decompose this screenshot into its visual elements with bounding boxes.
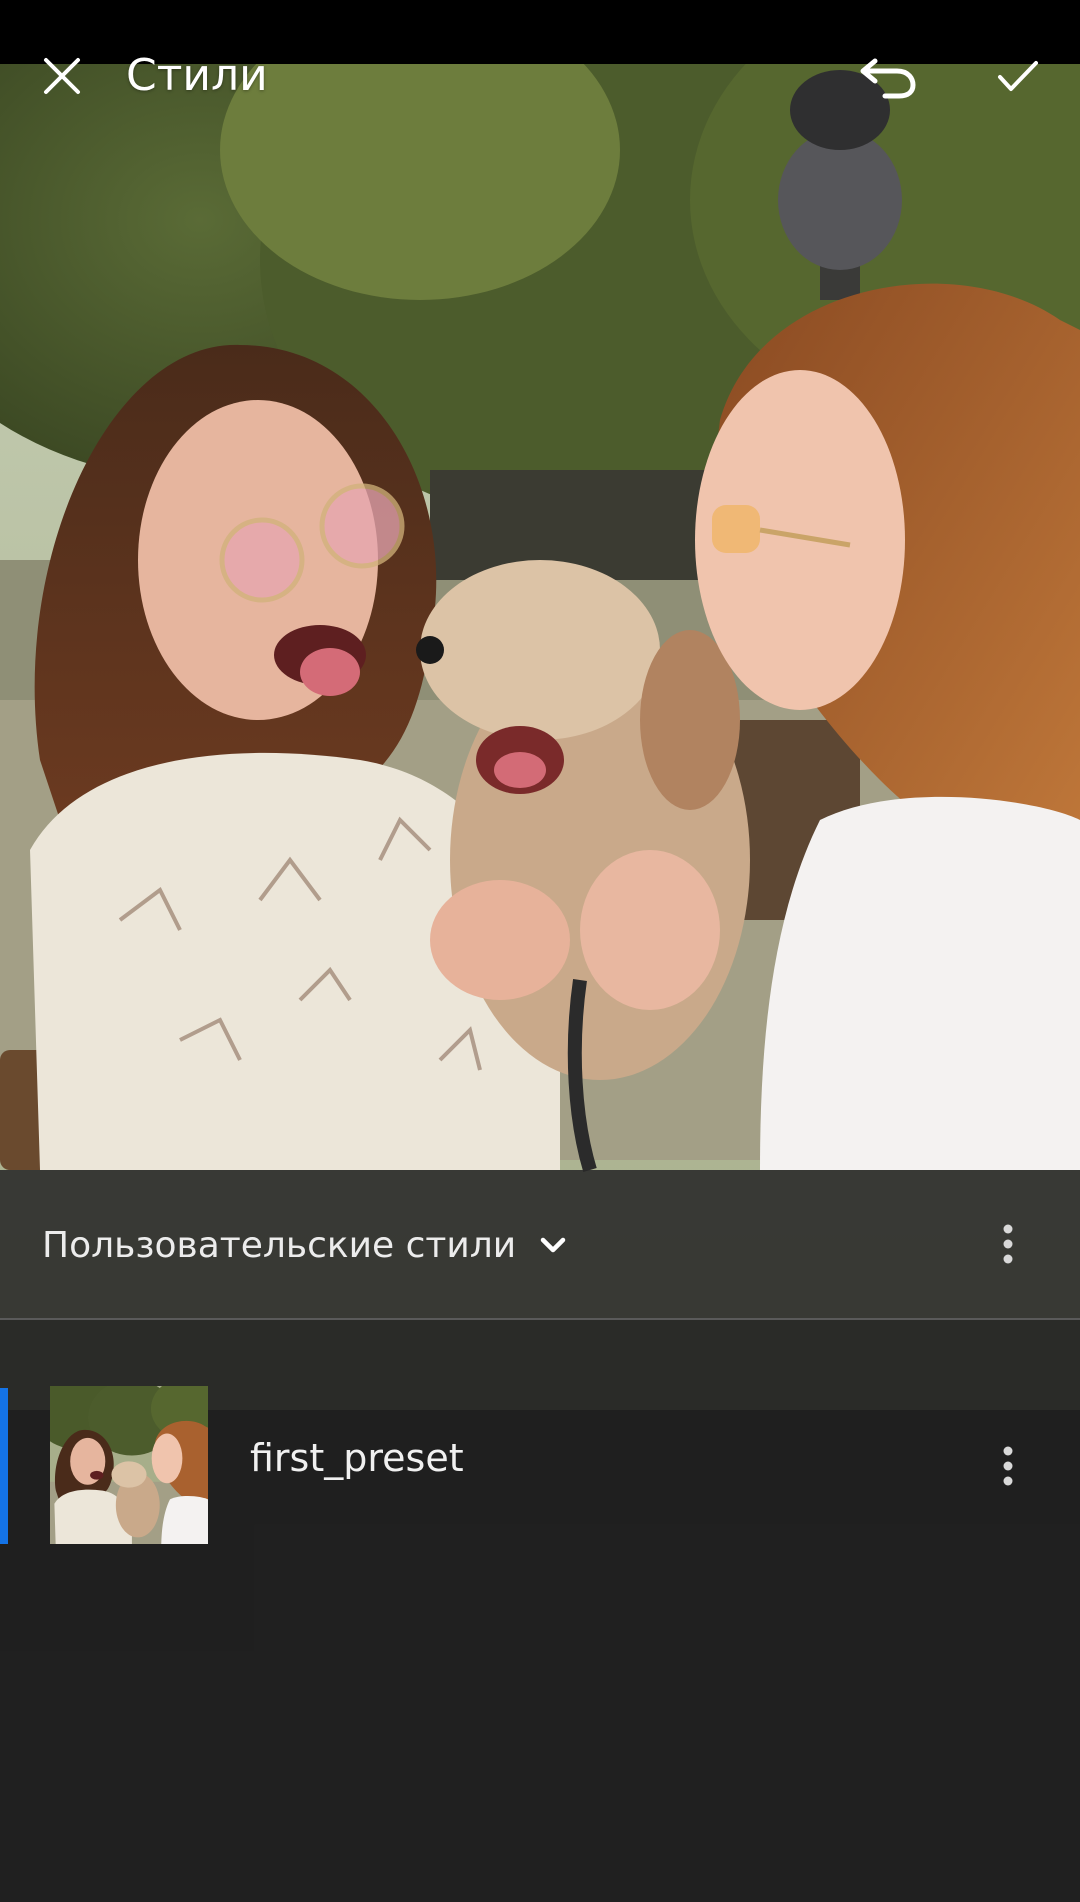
preset-category-label: Пользовательские стили: [42, 1224, 517, 1266]
more-vertical-icon: [1003, 1224, 1013, 1264]
category-more-button[interactable]: [984, 1204, 1032, 1284]
close-button[interactable]: [30, 44, 94, 108]
more-vertical-icon: [1003, 1446, 1013, 1486]
preset-thumbnail-image: [50, 1386, 208, 1544]
preset-category-dropdown[interactable]: Пользовательские стили: [42, 1210, 568, 1280]
preset-item[interactable]: first_preset: [0, 1386, 1080, 1546]
preset-thumbnail: [50, 1386, 208, 1544]
close-icon: [44, 58, 80, 94]
confirm-button[interactable]: [986, 44, 1050, 108]
checkmark-icon: [998, 61, 1038, 91]
top-toolbar: Стили: [0, 40, 1080, 112]
chevron-down-icon: [540, 1237, 566, 1253]
preset-name: first_preset: [250, 1436, 464, 1480]
selected-indicator: [0, 1388, 8, 1544]
presets-panel: Пользовательские стили first_preset: [0, 1170, 1080, 1902]
page-title: Стили: [126, 50, 268, 101]
undo-button[interactable]: [856, 44, 920, 108]
undo-icon: [860, 58, 916, 99]
presets-screen: Стили Пользовательские стили first_prese…: [0, 0, 1080, 1902]
preset-more-button[interactable]: [984, 1426, 1032, 1506]
presets-panel-header: Пользовательские стили: [0, 1170, 1080, 1320]
